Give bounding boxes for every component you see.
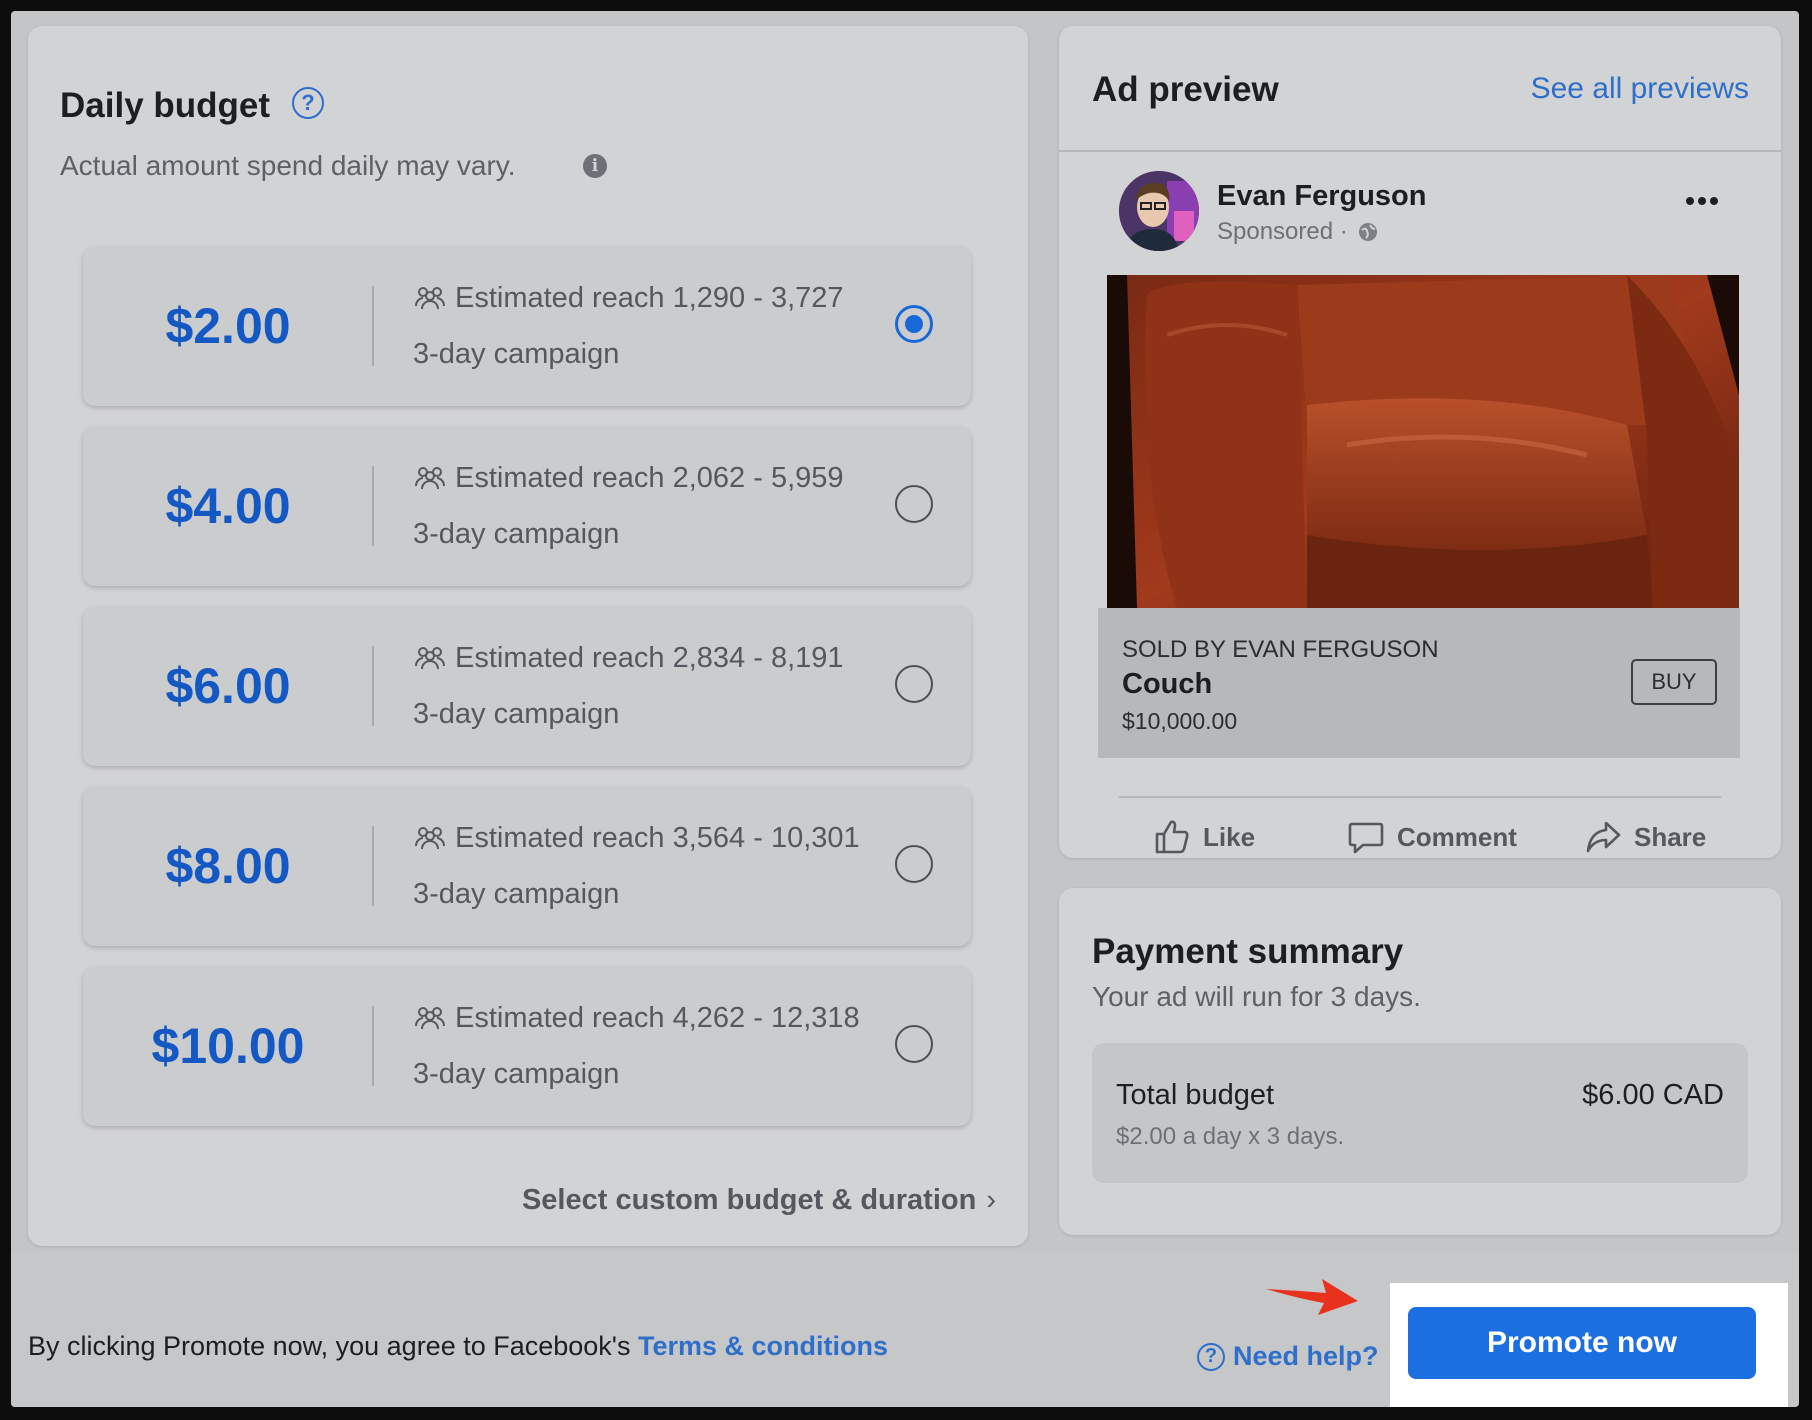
comment-button[interactable]: Comment xyxy=(1347,812,1517,862)
estimated-reach: Estimated reach 4,262 - 12,318 xyxy=(413,1002,860,1035)
budget-option-price: $8.00 xyxy=(165,838,291,894)
divider xyxy=(372,286,374,366)
payment-summary-panel: Payment summary Your ad will run for 3 d… xyxy=(1059,888,1781,1235)
estimated-reach: Estimated reach 3,564 - 10,301 xyxy=(413,822,860,855)
total-budget-detail: $2.00 a day x 3 days. xyxy=(1116,1123,1345,1150)
share-icon xyxy=(1586,821,1621,853)
people-icon xyxy=(415,827,445,850)
budget-option[interactable]: $6.00 Estimated reach 2,834 - 8,191 3-da… xyxy=(83,606,971,766)
estimated-reach-text: Estimated reach 3,564 - 10,301 xyxy=(455,822,860,854)
red-arrow-icon xyxy=(1266,1279,1358,1315)
estimated-reach-text: Estimated reach 1,290 - 3,727 xyxy=(455,282,844,314)
product-price: $10,000.00 xyxy=(1122,708,1238,734)
people-icon xyxy=(415,467,445,490)
daily-budget-subtitle: Actual amount spend daily may vary. xyxy=(60,150,516,181)
divider xyxy=(372,1006,374,1086)
info-icon[interactable]: i xyxy=(583,154,607,178)
terms-link[interactable]: Terms & conditions xyxy=(638,1331,888,1361)
campaign-duration: 3-day campaign xyxy=(413,518,620,550)
ad-image xyxy=(1107,275,1739,608)
chevron-right-icon: › xyxy=(986,1184,996,1216)
divider xyxy=(1059,150,1781,152)
divider xyxy=(372,466,374,546)
people-icon xyxy=(415,1007,445,1030)
campaign-duration: 3-day campaign xyxy=(413,1058,620,1090)
seller-label: SOLD BY EVAN FERGUSON xyxy=(1122,636,1439,663)
budget-radio[interactable] xyxy=(895,485,933,523)
budget-option-price: $6.00 xyxy=(165,658,291,714)
sponsored-text: Sponsored · xyxy=(1217,218,1348,245)
avatar xyxy=(1119,171,1199,251)
budget-radio[interactable] xyxy=(895,305,933,343)
terms-prefix: By clicking Promote now, you agree to Fa… xyxy=(28,1331,638,1361)
need-help-link[interactable]: ? Need help? xyxy=(1197,1341,1379,1372)
total-budget-label: Total budget xyxy=(1116,1079,1275,1111)
total-budget-box: Total budget $6.00 CAD $2.00 a day x 3 d… xyxy=(1092,1043,1748,1183)
buy-button[interactable]: BUY xyxy=(1631,659,1717,705)
sponsored-label: Sponsored · xyxy=(1217,218,1378,246)
ad-preview-title: Ad preview xyxy=(1092,70,1279,109)
estimated-reach: Estimated reach 2,834 - 8,191 xyxy=(413,642,844,675)
budget-option-price: $10.00 xyxy=(151,1018,305,1074)
daily-budget-title: Daily budget xyxy=(60,86,271,125)
budget-option-price: $2.00 xyxy=(165,298,291,354)
custom-budget-link[interactable]: Select custom budget & duration › xyxy=(522,1184,996,1217)
divider xyxy=(372,646,374,726)
app-frame: Daily budget ? Actual amount spend daily… xyxy=(11,11,1799,1407)
question-icon[interactable]: ? xyxy=(292,87,324,119)
comment-label: Comment xyxy=(1397,821,1517,852)
share-label: Share xyxy=(1634,821,1707,852)
campaign-duration: 3-day campaign xyxy=(413,698,620,730)
more-options-icon[interactable] xyxy=(1685,196,1719,206)
product-info-bar: SOLD BY EVAN FERGUSON Couch $10,000.00 B… xyxy=(1098,608,1740,758)
product-name: Couch xyxy=(1122,668,1213,700)
budget-radio[interactable] xyxy=(895,1025,933,1063)
budget-option[interactable]: $4.00 Estimated reach 2,062 - 5,959 3-da… xyxy=(83,426,971,586)
budget-radio[interactable] xyxy=(895,845,933,883)
people-icon xyxy=(415,647,445,670)
share-button[interactable]: Share xyxy=(1584,812,1706,862)
see-all-previews-link[interactable]: See all previews xyxy=(1531,72,1749,106)
like-button[interactable]: Like xyxy=(1153,812,1255,862)
estimated-reach-text: Estimated reach 4,262 - 12,318 xyxy=(455,1002,860,1034)
like-label: Like xyxy=(1203,821,1256,852)
estimated-reach-text: Estimated reach 2,062 - 5,959 xyxy=(455,462,844,494)
promote-now-button[interactable]: Promote now xyxy=(1408,1307,1756,1379)
budget-option[interactable]: $8.00 Estimated reach 3,564 - 10,301 3-d… xyxy=(83,786,971,946)
globe-icon xyxy=(1359,223,1378,241)
total-budget-value: $6.00 CAD xyxy=(1582,1079,1724,1111)
budget-option[interactable]: $10.00 Estimated reach 4,262 - 12,318 3-… xyxy=(83,966,971,1126)
divider xyxy=(1119,796,1721,798)
need-help-label: Need help? xyxy=(1233,1341,1379,1371)
question-icon: ? xyxy=(1197,1342,1225,1371)
campaign-duration: 3-day campaign xyxy=(413,338,620,370)
poster-name[interactable]: Evan Ferguson xyxy=(1217,180,1427,213)
ad-preview-panel: Ad preview See all previews Evan Ferguso… xyxy=(1059,26,1781,858)
payment-summary-subtitle: Your ad will run for 3 days. xyxy=(1092,981,1421,1012)
estimated-reach-text: Estimated reach 2,834 - 8,191 xyxy=(455,642,844,674)
custom-budget-label: Select custom budget & duration xyxy=(521,1184,977,1216)
budget-option[interactable]: $2.00 Estimated reach 1,290 - 3,727 3-da… xyxy=(83,246,971,406)
thumbs-up-icon xyxy=(1155,820,1189,854)
people-icon xyxy=(415,287,445,310)
payment-summary-title: Payment summary xyxy=(1092,932,1404,971)
divider xyxy=(372,826,374,906)
terms-notice: By clicking Promote now, you agree to Fa… xyxy=(28,1331,888,1362)
estimated-reach: Estimated reach 1,290 - 3,727 xyxy=(413,282,844,315)
estimated-reach: Estimated reach 2,062 - 5,959 xyxy=(413,462,844,495)
budget-option-price: $4.00 xyxy=(165,478,291,534)
campaign-duration: 3-day campaign xyxy=(413,878,620,910)
budget-radio[interactable] xyxy=(895,665,933,703)
comment-icon xyxy=(1348,822,1384,854)
daily-budget-panel: Daily budget ? Actual amount spend daily… xyxy=(28,26,1028,1246)
